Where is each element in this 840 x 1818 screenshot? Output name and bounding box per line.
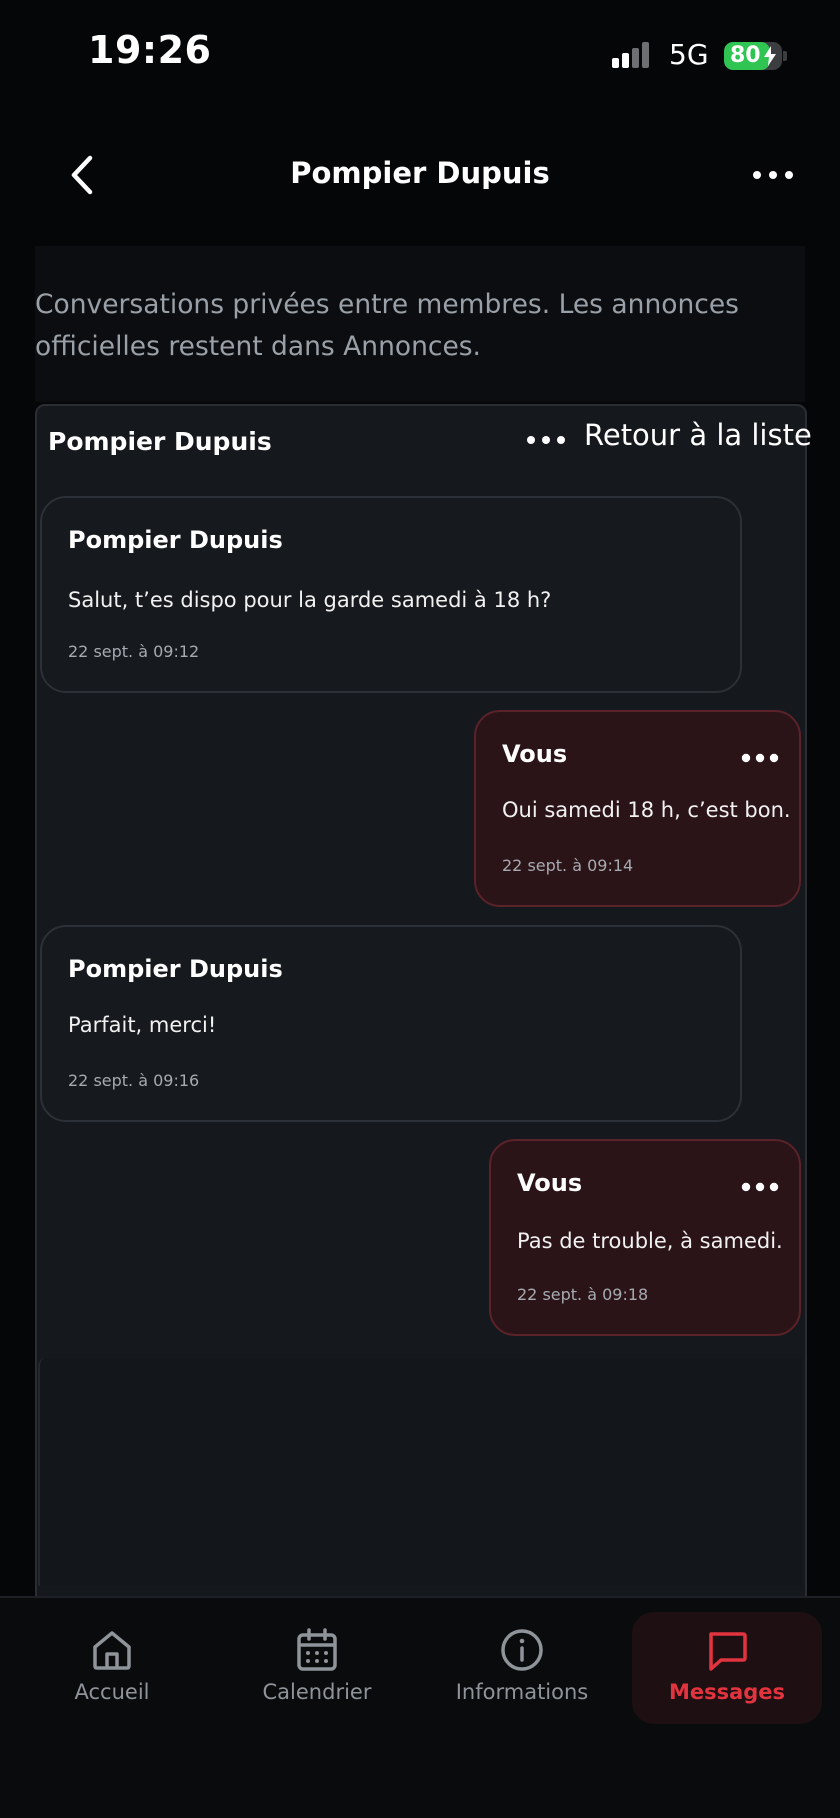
home-icon xyxy=(93,1631,131,1670)
battery-cap xyxy=(783,51,787,61)
message-author: Vous xyxy=(502,740,568,768)
battery-indicator: 80 xyxy=(724,42,782,70)
info-icon xyxy=(501,1629,543,1671)
charging-bolt-icon xyxy=(764,46,776,66)
tab-messages[interactable]: Messages xyxy=(632,1612,822,1724)
message-more-icon[interactable] xyxy=(741,1179,779,1195)
message-time: 22 sept. à 09:14 xyxy=(502,856,634,875)
tab-calendrier[interactable]: Calendrier xyxy=(222,1612,412,1724)
tab-informations[interactable]: Informations xyxy=(427,1612,617,1724)
message-author: Pompier Dupuis xyxy=(68,526,283,554)
tab-label: Messages xyxy=(668,1680,786,1704)
message-bubble-incoming: Pompier Dupuis Parfait, merci! 22 sept. … xyxy=(40,925,742,1122)
info-text: Conversations privées entre membres. Les… xyxy=(35,289,739,362)
network-type: 5G xyxy=(669,38,709,71)
tab-label: Accueil xyxy=(74,1680,150,1704)
message-author: Vous xyxy=(517,1169,583,1197)
message-icon xyxy=(709,1632,747,1671)
message-bubble-incoming: Pompier Dupuis Salut, t’es dispo pour la… xyxy=(40,496,742,693)
message-text: Parfait, merci! xyxy=(68,1013,217,1037)
message-time: 22 sept. à 09:16 xyxy=(68,1071,200,1090)
status-time: 19:26 xyxy=(88,28,212,72)
conversation-title: Pompier Dupuis xyxy=(48,427,272,456)
tab-label: Calendrier xyxy=(262,1680,372,1704)
message-bubble-outgoing: Vous Oui samedi 18 h, c’est bon. 22 sept… xyxy=(474,710,801,907)
composer-area xyxy=(38,1358,802,1586)
message-text: Pas de trouble, à samedi. xyxy=(517,1229,783,1253)
message-text: Oui samedi 18 h, c’est bon. xyxy=(502,798,791,822)
message-more-icon[interactable] xyxy=(741,750,779,766)
more-horizontal-icon[interactable] xyxy=(752,160,794,190)
page-title: Pompier Dupuis xyxy=(290,156,550,190)
battery-level: 80 xyxy=(730,43,761,68)
calendar-icon xyxy=(297,1628,337,1671)
back-chevron-icon[interactable] xyxy=(60,150,104,200)
message-author: Pompier Dupuis xyxy=(68,955,283,983)
message-text: Salut, t’es dispo pour la garde samedi à… xyxy=(68,588,552,612)
back-to-list-link[interactable]: Retour à la liste xyxy=(584,418,812,452)
tab-label: Informations xyxy=(455,1680,589,1704)
message-bubble-outgoing: Vous Pas de trouble, à samedi. 22 sept. … xyxy=(489,1139,801,1336)
conversation-more-icon[interactable] xyxy=(526,428,566,452)
message-time: 22 sept. à 09:18 xyxy=(517,1285,649,1304)
tab-accueil[interactable]: Accueil xyxy=(17,1612,207,1724)
message-time: 22 sept. à 09:12 xyxy=(68,642,200,661)
signal-icon xyxy=(612,42,649,68)
